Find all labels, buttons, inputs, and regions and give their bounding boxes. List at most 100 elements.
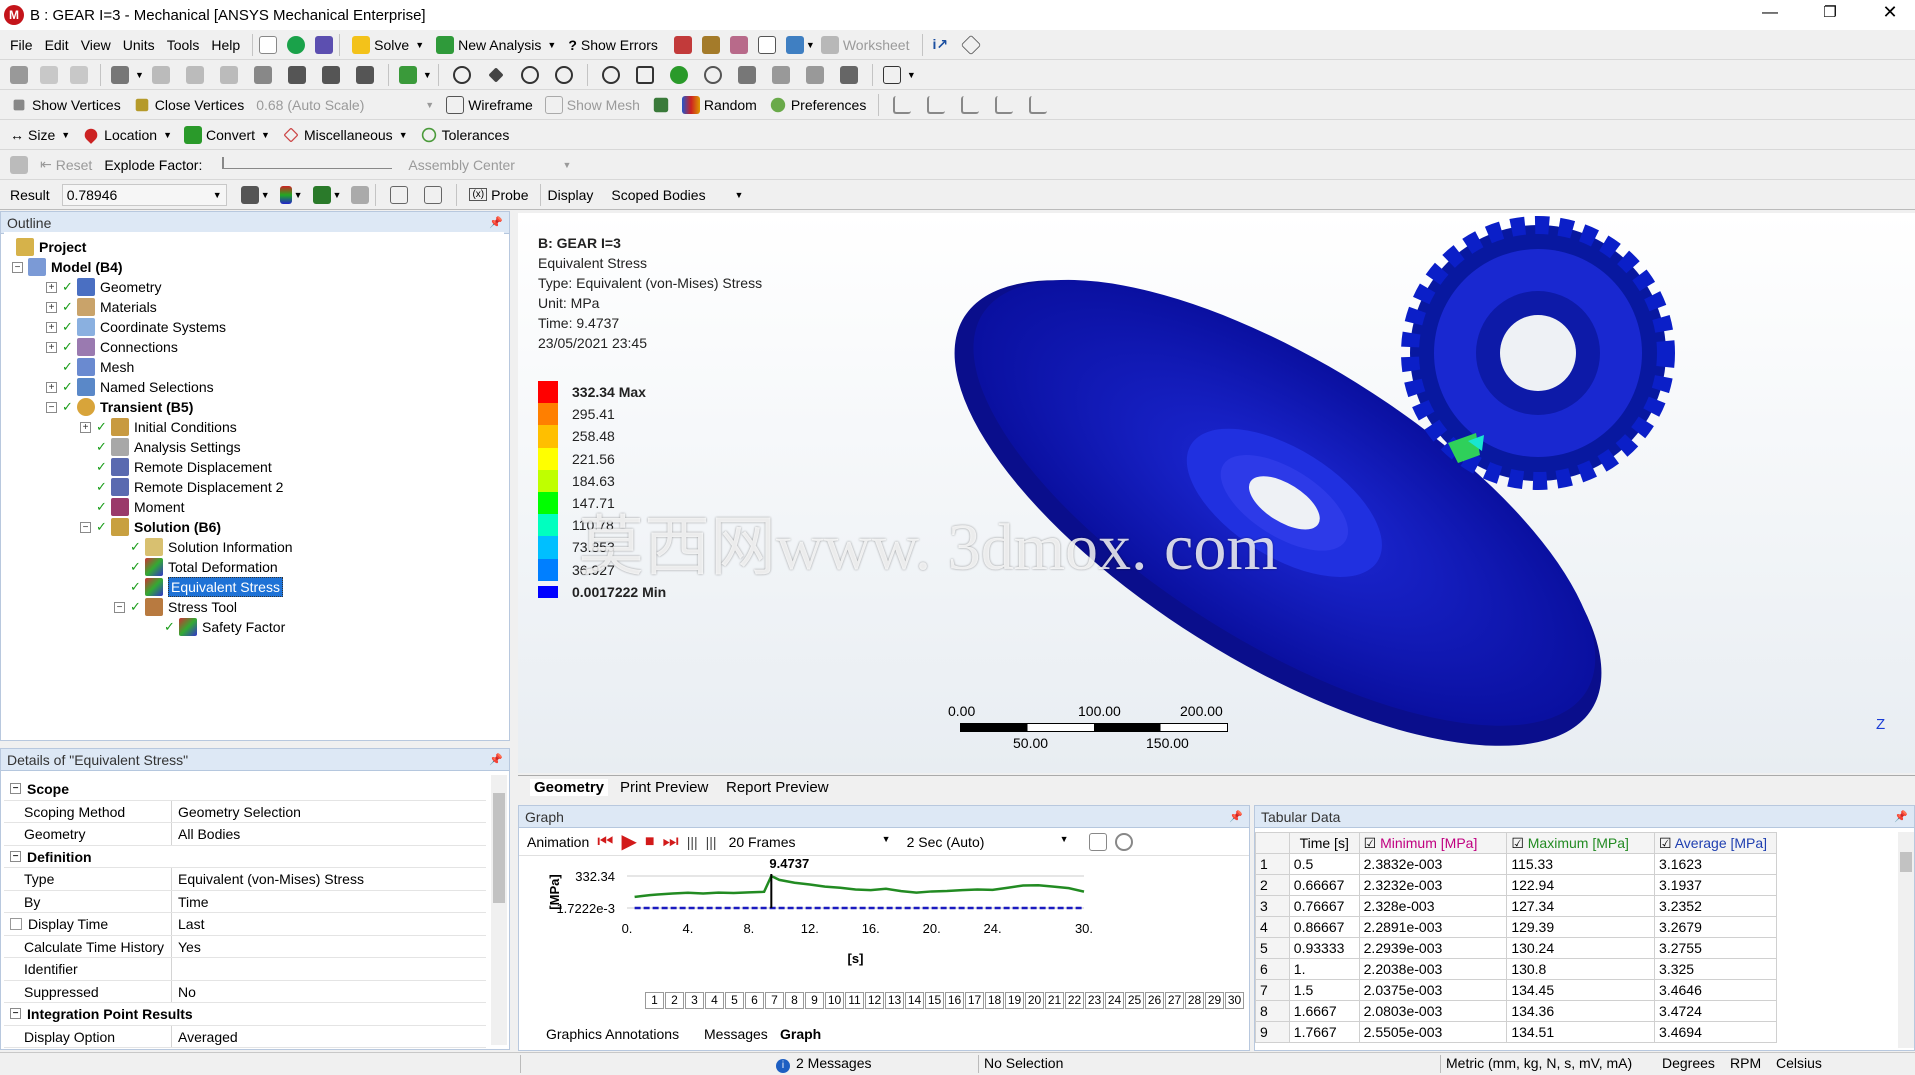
body-select-icon[interactable] <box>151 65 170 84</box>
table-icon[interactable] <box>673 35 692 54</box>
frame-number[interactable]: 9 <box>805 992 824 1009</box>
grow-icon[interactable] <box>321 65 340 84</box>
tab-geometry[interactable]: Geometry <box>530 779 609 796</box>
temperature-unit-status[interactable]: Celsius <box>1776 1055 1822 1071</box>
collapse-icon[interactable]: − <box>12 261 23 273</box>
frame-number[interactable]: 7 <box>765 992 784 1009</box>
expand-icon[interactable]: + <box>46 321 57 333</box>
minimize-button[interactable]: — <box>1755 4 1785 22</box>
tag-icon[interactable] <box>960 34 982 55</box>
frames-dropdown[interactable]: 20 Frames ▼ <box>725 834 895 850</box>
tree-node-model[interactable]: − Model (B4) <box>12 257 123 277</box>
expand-icon[interactable]: + <box>46 281 57 293</box>
frame-number[interactable]: 2 <box>665 992 684 1009</box>
previous-view-icon[interactable] <box>771 65 790 84</box>
frame-number[interactable]: 30 <box>1225 992 1244 1009</box>
play-icon[interactable]: ▶ <box>621 829 636 854</box>
vector-icon[interactable] <box>351 185 370 204</box>
collapse-icon[interactable]: − <box>80 521 91 533</box>
angle-unit-status[interactable]: Degrees <box>1662 1055 1715 1071</box>
collapse-icon[interactable]: − <box>46 401 57 413</box>
text-icon[interactable] <box>757 35 776 54</box>
menu-tools[interactable]: Tools <box>161 32 206 58</box>
time-history-chart[interactable]: 332.34 1.7222e-3[MPa] 0. 4. 8. 12. 16. 20. 24. 30… <box>519 858 1249 998</box>
min-label-icon[interactable] <box>424 185 443 204</box>
first-frame-icon[interactable]: ⏮ <box>597 831 613 852</box>
menu-help[interactable]: Help <box>205 32 246 58</box>
face-select-icon[interactable] <box>185 65 204 84</box>
axis-icon[interactable] <box>961 95 980 114</box>
frame-number[interactable]: 11 <box>845 992 864 1009</box>
frame-number[interactable]: 1 <box>645 992 664 1009</box>
display-dropdown[interactable]: Scoped Bodies ▼ <box>607 184 747 206</box>
tree-node-geometry[interactable]: + ✓ Geometry <box>46 277 161 297</box>
print-icon[interactable] <box>839 65 858 84</box>
zoom-box-icon[interactable] <box>635 65 654 84</box>
table-row[interactable]: 8 1.6667 2.0803e-003 134.36 3.4724 <box>1255 1000 1777 1022</box>
explode-icon[interactable] <box>653 97 669 112</box>
tab-graph[interactable]: Graph <box>780 1026 821 1042</box>
frame-number[interactable]: 24 <box>1105 992 1124 1009</box>
location-button[interactable]: Location ▼ <box>76 122 178 148</box>
zoom-fit-icon[interactable] <box>601 65 620 84</box>
close-button[interactable]: ✕ <box>1875 2 1905 23</box>
restore-button[interactable]: ❐ <box>1815 3 1845 21</box>
menu-view[interactable]: View <box>75 32 117 58</box>
select-edge-icon[interactable] <box>70 65 88 84</box>
column-header[interactable]: Time [s] <box>1288 832 1360 854</box>
axis-icon[interactable] <box>927 95 946 114</box>
image-icon[interactable] <box>729 35 748 54</box>
section-scope[interactable]: − Scope <box>4 778 486 801</box>
scrollbar-thumb[interactable] <box>1900 852 1912 872</box>
messages-status[interactable]: i2 Messages <box>776 1055 871 1073</box>
frame-number[interactable]: 10 <box>825 992 844 1009</box>
convert-button[interactable]: Convert ▼ <box>178 122 276 148</box>
table-row[interactable]: 7 1.5 2.0375e-003 134.45 3.4646 <box>1255 979 1777 1001</box>
edge-select-icon[interactable] <box>219 65 238 84</box>
table-row[interactable]: 4 0.86667 2.2891e-003 129.39 3.2679 <box>1255 916 1777 938</box>
tree-node-safety-factor[interactable]: ✓ Safety Factor <box>164 617 285 637</box>
frame-number[interactable]: 20 <box>1025 992 1044 1009</box>
tab-report-preview[interactable]: Report Preview <box>726 779 829 796</box>
tabular-data-table[interactable]: Time [s] ☑ Minimum [MPa] ☑ Maximum [MPa]… <box>1255 832 1777 1043</box>
axis-icon[interactable] <box>995 95 1014 114</box>
tree-node-equivalent-stress[interactable]: ✓ Equivalent Stress <box>130 577 283 597</box>
detail-row[interactable]: Suppressed No <box>4 980 486 1003</box>
tree-node-mesh[interactable]: ✓ Mesh <box>62 357 134 377</box>
collapse-icon[interactable]: − <box>10 850 21 862</box>
random-colors-button[interactable]: Random <box>676 92 763 118</box>
preferences-button[interactable]: Preferences <box>763 92 872 118</box>
stop-icon[interactable]: ■ <box>645 833 655 851</box>
speed-dropdown[interactable]: 2 Sec (Auto) ▼ <box>903 834 1073 850</box>
zoom-icon[interactable] <box>520 65 539 84</box>
expand-icon[interactable]: + <box>46 341 57 353</box>
frame-number[interactable]: 15 <box>925 992 944 1009</box>
checkbox-checked-icon[interactable]: ☑ <box>1364 835 1377 851</box>
solve-check-icon[interactable] <box>287 35 306 54</box>
frame-number[interactable]: 29 <box>1205 992 1224 1009</box>
checkbox-checked-icon[interactable]: ☑ <box>1659 835 1672 851</box>
tree-node-project[interactable]: Project <box>16 237 86 257</box>
axis-icon[interactable] <box>893 95 912 114</box>
tree-node-solution-information[interactable]: ✓ Solution Information <box>130 537 293 557</box>
frame-number[interactable]: 4 <box>705 992 724 1009</box>
speed-unit-status[interactable]: RPM <box>1730 1055 1761 1071</box>
frame-number[interactable]: 5 <box>725 992 744 1009</box>
show-errors-button[interactable]: ? Show Errors <box>562 32 664 58</box>
checkbox-checked-icon[interactable]: ☑ <box>1511 835 1524 851</box>
tree-node-coordinate-systems[interactable]: + ✓ Coordinate Systems <box>46 317 226 337</box>
tree-node-transient[interactable]: − ✓ Transient (B5) <box>46 397 193 417</box>
frame-number[interactable]: 18 <box>985 992 1004 1009</box>
zoom-graph-icon[interactable] <box>1114 832 1133 851</box>
wireframe-button[interactable]: Wireframe <box>440 92 539 118</box>
tree-node-moment[interactable]: ✓ Moment <box>96 497 185 517</box>
select-icon[interactable] <box>10 65 28 84</box>
frame-number[interactable]: 8 <box>785 992 804 1009</box>
show-vertices-button[interactable]: Show Vertices <box>4 92 127 118</box>
box-select-icon[interactable] <box>253 65 272 84</box>
detail-row[interactable]: Identifier <box>4 958 486 981</box>
menu-file[interactable]: File <box>4 32 39 58</box>
frame-number[interactable]: 14 <box>905 992 924 1009</box>
frame-number[interactable]: 22 <box>1065 992 1084 1009</box>
detail-row[interactable]: Scoping Method Geometry Selection <box>4 800 486 823</box>
